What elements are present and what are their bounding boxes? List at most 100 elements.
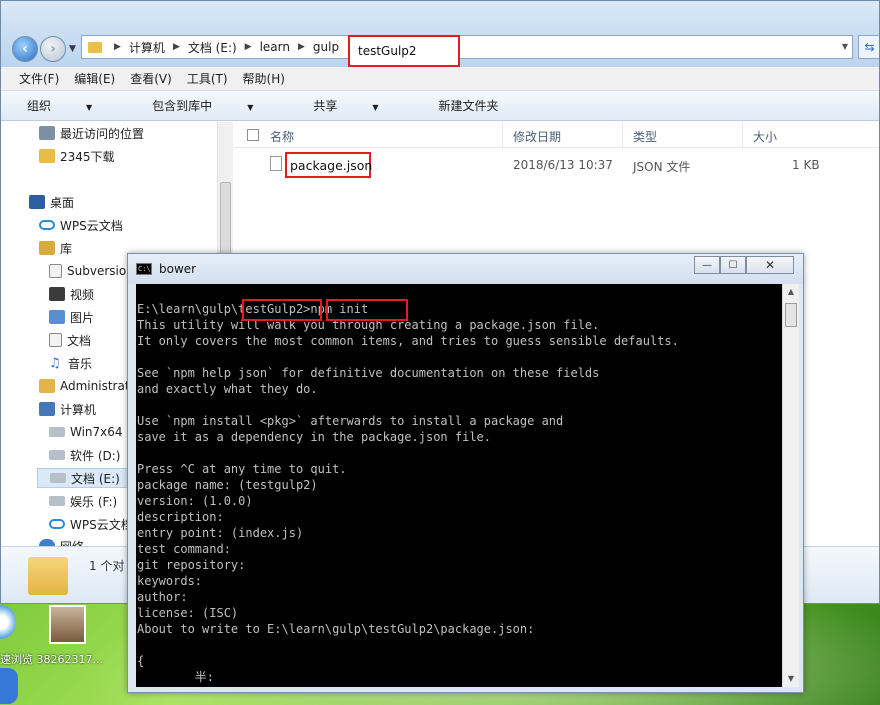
forward-button[interactable]: › — [40, 36, 66, 62]
console-title: bower — [159, 262, 197, 276]
nav-item-wps-cloud[interactable]: WPS云文档 — [49, 514, 133, 534]
console-output[interactable]: E:\learn\gulp\testGulp2>npm init This uti… — [136, 284, 782, 687]
console-line: entry point: (index.js) — [137, 526, 304, 540]
drive-icon — [49, 496, 65, 506]
highlight-box — [242, 299, 322, 321]
console-line: author: — [137, 590, 188, 604]
breadcrumb-current-folder[interactable]: testGulp2 — [348, 35, 460, 67]
nav-item-desktop[interactable]: 桌面 — [29, 192, 74, 212]
nav-label: 文档 — [67, 333, 92, 348]
include-in-library-button[interactable]: 包含到库中 ▼ — [152, 97, 283, 114]
chevron-down-icon[interactable]: ▼ — [842, 42, 852, 51]
console-line: E:\learn\gulp\testGulp2>npm init — [137, 302, 369, 316]
cloud-icon — [39, 220, 55, 230]
nav-label: 最近访问的位置 — [60, 126, 145, 141]
menu-tools[interactable]: 工具(T) — [187, 70, 228, 87]
back-button[interactable]: ‹ — [12, 36, 38, 62]
console-line: and exactly what they do. — [137, 382, 318, 396]
scroll-down-icon[interactable]: ▼ — [783, 671, 799, 687]
console-line: 半: — [137, 670, 215, 684]
breadcrumb-drive-e[interactable]: 文档 (E:) — [188, 39, 237, 56]
column-size[interactable]: 大小 — [753, 128, 777, 145]
nav-item-wps[interactable]: WPS云文档 — [39, 215, 123, 235]
console-line: It only covers the most common items, an… — [137, 334, 679, 348]
console-line: keywords: — [137, 574, 203, 588]
nav-label: 视频 — [70, 287, 95, 302]
chevron-down-icon: ▼ — [372, 103, 379, 112]
file-name[interactable]: package.json — [285, 152, 372, 178]
nav-item-documents[interactable]: 文档 — [49, 330, 91, 350]
nav-label: 库 — [60, 241, 73, 256]
address-field[interactable]: ▶ 计算机 ▶ 文档 (E:) ▶ learn ▶ gulp ▼ — [81, 35, 853, 59]
computer-icon — [39, 402, 55, 416]
new-folder-button[interactable]: 新建文件夹 — [439, 97, 499, 114]
breadcrumb-learn[interactable]: learn — [260, 40, 290, 54]
menu-help[interactable]: 帮助(H) — [243, 70, 285, 87]
scrollbar-thumb[interactable] — [785, 303, 797, 327]
console-line: This utility will walk you through creat… — [137, 318, 600, 332]
chevron-right-icon: ▶ — [244, 42, 252, 52]
breadcrumb-gulp[interactable]: gulp — [313, 40, 339, 54]
select-all-checkbox[interactable] — [247, 129, 259, 141]
nav-item-library[interactable]: 库 — [39, 238, 72, 258]
console-scrollbar[interactable]: ▲ ▼ — [782, 284, 799, 687]
file-modified: 2018/6/13 10:37 — [513, 158, 613, 172]
recent-icon — [39, 126, 55, 140]
menu-edit[interactable]: 编辑(E) — [74, 70, 115, 87]
taskbar-start-icon[interactable] — [0, 668, 18, 704]
minimize-button[interactable]: — — [694, 256, 720, 274]
column-divider[interactable] — [622, 122, 623, 148]
console-titlebar[interactable]: C:\ bower — ☐ ✕ — [128, 254, 803, 284]
chevron-down-icon: ▼ — [86, 103, 93, 112]
column-name[interactable]: 名称 — [270, 128, 294, 145]
nav-item-subversion[interactable]: Subversio — [49, 261, 126, 281]
console-line: Press ^C at any time to quit. — [137, 462, 347, 476]
nav-item-computer[interactable]: 计算机 — [39, 399, 96, 419]
highlight-box — [326, 299, 408, 321]
console-line: { — [137, 654, 145, 668]
history-dropdown-icon[interactable]: ▼ — [69, 44, 76, 54]
console-line: test command: — [137, 542, 231, 556]
column-type[interactable]: 类型 — [633, 128, 657, 145]
column-divider[interactable] — [502, 122, 503, 148]
maximize-button[interactable]: ☐ — [720, 256, 746, 274]
nav-label: 2345下载 — [60, 149, 115, 164]
organize-label: 组织 — [27, 99, 52, 113]
nav-item-pictures[interactable]: 图片 — [49, 307, 94, 327]
close-button[interactable]: ✕ — [746, 256, 794, 274]
organize-button[interactable]: 组织 ▼ — [27, 97, 122, 114]
column-divider[interactable] — [742, 122, 743, 148]
nav-item-administrator[interactable]: Administrat — [39, 376, 130, 396]
menu-file[interactable]: 文件(F) — [19, 70, 59, 87]
menu-bar: 文件(F) 编辑(E) 查看(V) 工具(T) 帮助(H) — [1, 67, 879, 91]
scroll-up-icon[interactable]: ▲ — [783, 284, 799, 300]
nav-item-video[interactable]: 视频 — [49, 284, 94, 304]
drive-icon — [49, 427, 65, 437]
file-row[interactable]: package.json 2018/6/13 10:37 JSON 文件 1 K… — [234, 152, 879, 178]
share-button[interactable]: 共享 ▼ — [313, 97, 408, 114]
column-modified[interactable]: 修改日期 — [513, 128, 561, 145]
nav-item-music[interactable]: ♫ 音乐 — [49, 353, 92, 373]
breadcrumb-computer[interactable]: 计算机 — [129, 39, 165, 56]
menu-view[interactable]: 查看(V) — [130, 70, 172, 87]
nav-item-drive-c[interactable]: Win7x64 ( — [49, 422, 131, 442]
refresh-icon[interactable]: ⇆ — [858, 35, 879, 59]
avatar[interactable] — [49, 605, 86, 644]
nav-item-drive-f[interactable]: 娱乐 (F:) — [49, 491, 117, 511]
nav-label: WPS云文档 — [60, 218, 123, 233]
console-line: description: — [137, 510, 224, 524]
cloud-icon — [49, 519, 65, 529]
nav-item-2345[interactable]: 2345下载 — [39, 146, 115, 166]
nav-item-recent[interactable]: 最近访问的位置 — [39, 123, 144, 143]
chevron-down-icon: ▼ — [247, 103, 254, 112]
folder-icon — [39, 149, 55, 163]
folder-icon — [28, 557, 68, 595]
console-icon: C:\ — [136, 263, 152, 275]
nav-item-drive-d[interactable]: 软件 (D:) — [49, 445, 120, 465]
console-line: git repository: — [137, 558, 246, 572]
console-line: Use `npm install <pkg>` afterwards to in… — [137, 414, 564, 428]
